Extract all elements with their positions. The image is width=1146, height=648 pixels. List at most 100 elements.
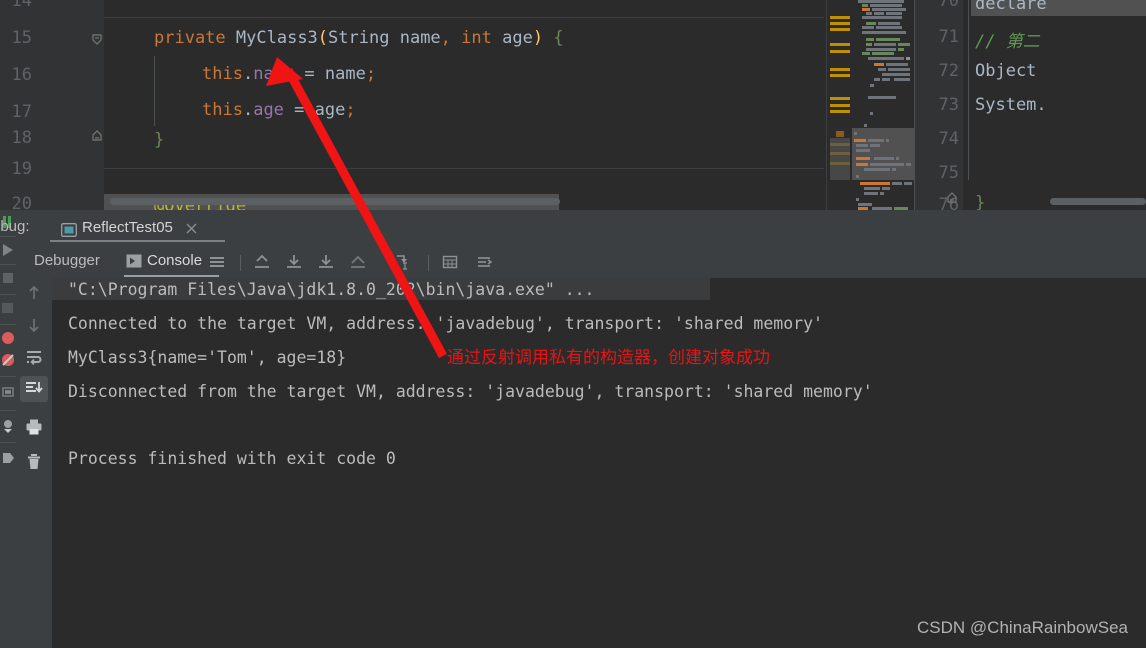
threads-view-icon[interactable]: [475, 253, 493, 271]
warning-mark[interactable]: [830, 97, 850, 100]
right-editor-pane[interactable]: 70 71 72 73 74 75 76 declare // 第二 Objec…: [915, 0, 1146, 210]
token-value-age: age: [314, 100, 346, 120]
line-number: 73: [938, 95, 959, 115]
token-dot: .: [242, 64, 254, 84]
token-field-name: name: [253, 64, 295, 84]
code-line-17: this.age = age;: [202, 100, 356, 120]
step-into-icon[interactable]: [285, 253, 303, 271]
right-code-line-70: declare: [975, 0, 1047, 14]
annotation-text: 通过反射调用私有的构造器，创建对象成功: [447, 348, 770, 368]
warning-mark[interactable]: [830, 28, 850, 31]
token-brace-open: {: [553, 28, 564, 48]
warning-mark[interactable]: [830, 110, 850, 113]
line-number: 19: [11, 159, 32, 179]
layout-icon[interactable]: [0, 300, 16, 316]
line-number: 74: [938, 129, 959, 149]
view-breakpoints-icon[interactable]: [0, 330, 16, 346]
stripe-viewport[interactable]: [830, 138, 850, 180]
fold-end-icon[interactable]: [90, 129, 104, 143]
editor-gutter[interactable]: 14 15 16 17 18 19 20: [0, 0, 104, 210]
right-editor-gutter[interactable]: 70 71 72 73 74 75 76: [915, 0, 963, 210]
toolbar-separator: [428, 255, 429, 271]
scroll-to-end-icon[interactable]: [25, 380, 43, 398]
warning-mark[interactable]: [830, 16, 850, 19]
settings-icon[interactable]: [0, 418, 16, 434]
token-dot: .: [242, 100, 254, 120]
clear-all-icon[interactable]: [25, 453, 43, 471]
indent-guide: [968, 0, 969, 180]
warning-mark[interactable]: [830, 43, 850, 46]
evaluate-expression-icon[interactable]: [441, 253, 459, 271]
token-param-age: age: [502, 28, 533, 48]
token-semicolon: ;: [345, 100, 356, 120]
tab-console[interactable]: Console: [147, 252, 202, 269]
code-editor[interactable]: 14 15 16 17 18 19 20 private MyClass3(St…: [0, 0, 1146, 210]
watermark: CSDN @ChinaRainbowSea: [917, 618, 1128, 637]
force-step-into-icon[interactable]: [317, 253, 335, 271]
close-icon[interactable]: [185, 220, 198, 234]
run-to-cursor-icon[interactable]: [394, 253, 412, 271]
line-number: 72: [938, 61, 959, 81]
warning-mark[interactable]: [830, 104, 850, 107]
token-field-age: age: [253, 100, 284, 120]
token-comma: ,: [440, 28, 451, 48]
debug-session-tab-underline: [50, 240, 225, 242]
menu-lines-icon[interactable]: [208, 253, 226, 271]
code-line-16: this.name = name;: [202, 64, 376, 84]
line-number: 70: [938, 0, 959, 11]
token-paren-open: (: [317, 28, 329, 48]
fold-end-icon[interactable]: [945, 190, 959, 204]
console-side-toolbar[interactable]: [16, 278, 52, 648]
line-number: 71: [938, 27, 959, 47]
warning-mark[interactable]: [830, 50, 850, 53]
token-value-name: name: [324, 64, 366, 84]
console-line: Process finished with exit code 0: [68, 449, 396, 468]
screenshot-root: 14 15 16 17 18 19 20 private MyClass3(St…: [0, 0, 1146, 648]
right-code-line-72: Object: [975, 61, 1037, 81]
right-pane-hscrollbar[interactable]: [1050, 198, 1146, 205]
pin-icon[interactable]: [0, 450, 16, 466]
debug-left-toolbar[interactable]: [0, 210, 16, 648]
todo-mark[interactable]: [836, 131, 844, 137]
mute-breakpoints-icon[interactable]: [0, 352, 16, 368]
line-number: 20: [11, 194, 32, 211]
warning-mark[interactable]: [830, 74, 850, 77]
editor-hscrollbar[interactable]: [110, 198, 560, 205]
code-minimap[interactable]: [852, 0, 914, 210]
restore-layout-icon[interactable]: [0, 384, 16, 400]
token-semicolon: ;: [365, 64, 377, 84]
scroll-up-icon[interactable]: [25, 284, 43, 302]
fold-collapse-icon[interactable]: [90, 33, 104, 47]
step-out-icon[interactable]: [253, 253, 271, 271]
error-stripe[interactable]: [826, 0, 854, 210]
step-over-icon[interactable]: [349, 253, 367, 271]
soft-wrap-icon[interactable]: [25, 348, 43, 366]
console-line: MyClass3{name='Tom', age=18}: [68, 348, 347, 367]
right-code-line-76: }: [975, 193, 986, 210]
pause-program-icon[interactable]: [0, 242, 16, 258]
token-this: this: [202, 64, 243, 84]
debug-subtab-bar[interactable]: Debugger Console: [16, 244, 1146, 278]
debug-tool-window[interactable]: ebug: ReflectTest05: [0, 210, 1146, 648]
stripe-edge: [826, 0, 827, 210]
scroll-down-icon[interactable]: [25, 316, 43, 334]
line-number: 15: [11, 28, 32, 48]
stop-icon[interactable]: [0, 270, 16, 286]
token-keyword-int: int: [461, 28, 492, 48]
warning-mark[interactable]: [830, 68, 850, 71]
token-paren-close: ): [532, 28, 544, 48]
minimap-viewport[interactable]: [852, 128, 914, 180]
print-icon[interactable]: [25, 418, 43, 436]
console-line: Connected to the target VM, address: 'ja…: [68, 314, 823, 333]
line-number: 16: [11, 65, 32, 85]
console-output[interactable]: "C:\Program Files\Java\jdk1.8.0_202\bin\…: [52, 278, 1146, 648]
token-assign: =: [283, 100, 315, 120]
line-number: 18: [11, 128, 32, 148]
indent-guide: [154, 56, 155, 126]
run-configuration-icon: [61, 222, 77, 237]
warning-mark[interactable]: [830, 22, 850, 25]
tab-debugger[interactable]: Debugger: [34, 252, 100, 269]
